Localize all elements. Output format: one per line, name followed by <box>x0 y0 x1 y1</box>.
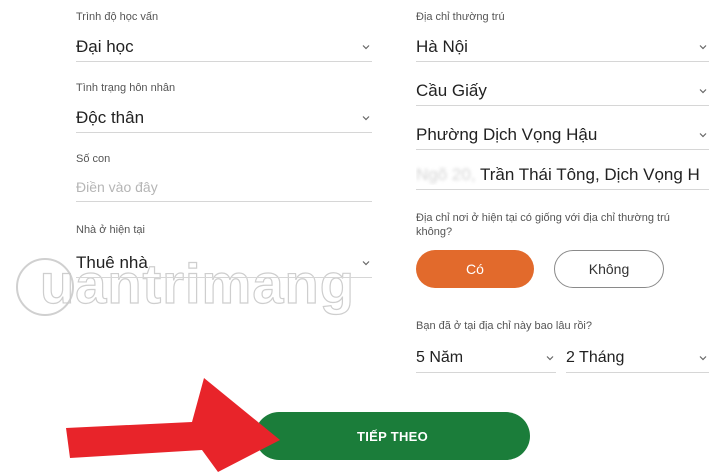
months-select[interactable]: 2 Tháng <box>566 343 709 373</box>
street-input[interactable]: Ngõ 20, Trần Thái Tông, Dịch Vọng H <box>416 160 709 190</box>
ward-select[interactable]: Phường Dịch Vọng Hậu <box>416 120 709 150</box>
chevron-down-icon <box>697 41 709 53</box>
permanent-address-label: Địa chỉ thường trú <box>416 11 505 23</box>
years-value: 5 Năm <box>416 348 464 366</box>
ward-value: Phường Dịch Vọng Hậu <box>416 124 598 144</box>
no-button[interactable]: Không <box>554 250 664 288</box>
chevron-down-icon <box>360 257 372 269</box>
chevron-down-icon <box>697 352 709 364</box>
next-button[interactable]: TIẾP THEO <box>255 412 530 460</box>
education-select[interactable]: Đại học <box>76 32 372 62</box>
housing-label: Nhà ở hiện tại <box>76 224 145 236</box>
chevron-down-icon <box>697 85 709 97</box>
same-address-question: Địa chỉ nơi ở hiện tại có giống với địa … <box>416 212 670 238</box>
chevron-down-icon <box>360 41 372 53</box>
chevron-down-icon <box>697 129 709 141</box>
chevron-down-icon <box>544 352 556 364</box>
years-select[interactable]: 5 Năm <box>416 343 556 373</box>
city-select[interactable]: Hà Nội <box>416 32 709 62</box>
education-value: Đại học <box>76 36 134 56</box>
yes-button[interactable]: Có <box>416 250 534 288</box>
red-arrow-icon <box>66 378 280 472</box>
street-blurred-part: Ngõ 20, <box>416 164 476 184</box>
chevron-down-icon <box>360 112 372 124</box>
education-label: Trình độ học vấn <box>76 11 159 23</box>
district-value: Cầu Giấy <box>416 80 487 100</box>
children-label: Số con <box>76 153 111 165</box>
marital-label: Tình trạng hôn nhân <box>76 82 176 94</box>
marital-select[interactable]: Độc thân <box>76 103 372 133</box>
months-value: 2 Tháng <box>566 348 625 366</box>
marital-value: Độc thân <box>76 107 145 127</box>
children-input[interactable]: Điền vào đây <box>76 172 372 202</box>
district-select[interactable]: Cầu Giấy <box>416 76 709 106</box>
city-value: Hà Nội <box>416 36 468 56</box>
street-value: Ngõ 20, Trần Thái Tông, Dịch Vọng H <box>416 165 700 185</box>
housing-select[interactable]: Thuê nhà <box>76 248 372 278</box>
housing-value: Thuê nhà <box>76 252 148 272</box>
duration-question: Bạn đã ở tại địa chỉ này bao lâu rồi? <box>416 320 592 332</box>
street-visible-part: Trần Thái Tông, Dịch Vọng H <box>479 164 700 184</box>
children-placeholder: Điền vào đây <box>76 178 158 195</box>
